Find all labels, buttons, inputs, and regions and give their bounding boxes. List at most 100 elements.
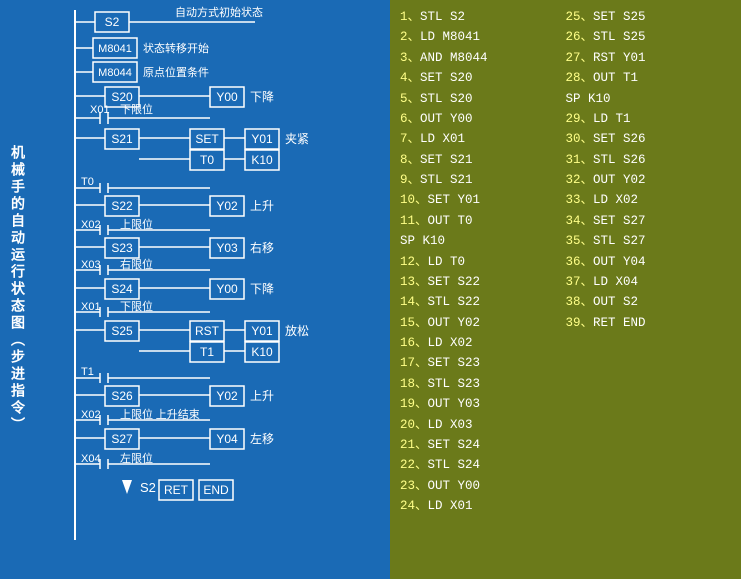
svg-text:T0: T0 [81,176,94,188]
line-text: STL S26 [593,153,646,167]
svg-text:K10: K10 [251,153,273,167]
line-text: STL S22 [428,295,481,309]
svg-text:X02: X02 [81,219,101,231]
svg-text:状态转移开始: 状态转移开始 [143,41,209,55]
line-num: 31、 [566,153,594,167]
line-num: 24、 [400,499,428,513]
svg-text:原点位置条件: 原点位置条件 [143,65,209,79]
svg-text:T1: T1 [200,345,214,359]
svg-text:X04: X04 [81,453,101,465]
code-line: 18、STL S23 [400,375,566,394]
line-num: 38、 [566,295,594,309]
code-line: 23、OUT Y00 [400,477,566,496]
svg-text:夹紧: 夹紧 [285,132,309,146]
line-text: OUT Y00 [420,112,473,126]
line-num: 29、 [566,112,594,126]
line-text: SET S26 [593,132,646,146]
code-line: 39、RET END [566,314,732,333]
line-text: LD X02 [593,193,638,207]
svg-text:S23: S23 [111,241,133,255]
svg-text:S24: S24 [111,282,133,296]
svg-text:X03: X03 [81,259,101,271]
line-num: 5、 [400,92,420,106]
code-line: 8、SET S21 [400,151,566,170]
line-text: OUT Y03 [428,397,481,411]
line-text: SET S27 [593,214,646,228]
line-num: 20、 [400,418,428,432]
code-line: 10、SET Y01 [400,191,566,210]
code-line: 25、SET S25 [566,8,732,27]
line-num: 8、 [400,153,420,167]
code-line: 3、AND M8044 [400,49,566,68]
svg-text:X01: X01 [81,301,101,313]
code-line: 14、STL S22 [400,293,566,312]
svg-text:上限位 上升结束: 上限位 上升结束 [120,407,200,421]
svg-text:自动方式初始状态: 自动方式初始状态 [175,5,263,19]
line-text: SET S23 [428,356,481,370]
svg-text:右移: 右移 [250,240,274,255]
svg-text:左移: 左移 [250,431,274,446]
code-line: 11、OUT T0 [400,212,566,231]
code-line: 24、LD X01 [400,497,566,516]
line-num: 36、 [566,255,594,269]
line-num: 25、 [566,10,594,24]
code-line: 22、STL S24 [400,456,566,475]
code-line: 20、LD X03 [400,416,566,435]
right-panel: 1、STL S22、LD M80413、AND M80444、SET S205、… [390,0,741,579]
code-line: 4、SET S20 [400,69,566,88]
line-num: 26、 [566,30,594,44]
svg-text:下降: 下降 [250,282,274,296]
code-line: 36、OUT Y04 [566,253,732,272]
line-num: 16、 [400,336,428,350]
svg-text:K10: K10 [251,345,273,359]
ladder-diagram: S2 自动方式初始状态 M8041 状态转移开始 M8044 原点位置条件 S2… [35,0,390,549]
svg-text:T0: T0 [200,153,214,167]
svg-text:右限位: 右限位 [120,257,153,271]
svg-text:放松: 放松 [285,323,309,338]
code-line: 12、LD T0 [400,253,566,272]
svg-text:S26: S26 [111,389,133,403]
line-text: STL S24 [428,458,481,472]
line-text: STL S21 [420,173,473,187]
svg-text:下降: 下降 [250,90,274,104]
svg-text:下限位: 下限位 [120,102,153,116]
code-line: SP K10 [400,232,566,251]
line-text: SET S25 [593,10,646,24]
line-text: STL S23 [428,377,481,391]
code-line: 19、OUT Y03 [400,395,566,414]
line-num: 21、 [400,438,428,452]
code-line: 27、RST Y01 [566,49,732,68]
line-text: SP K10 [400,234,445,248]
code-line: 2、LD M8041 [400,28,566,47]
line-text: SET S22 [428,275,481,289]
line-num: 18、 [400,377,428,391]
code-line: 38、OUT S2 [566,293,732,312]
svg-text:Y03: Y03 [216,241,238,255]
line-num: 11、 [400,214,428,228]
code-line: 9、STL S21 [400,171,566,190]
line-text: LD M8041 [420,30,480,44]
svg-text:S2: S2 [105,15,120,29]
svg-text:RET: RET [164,483,189,497]
line-num: 7、 [400,132,420,146]
line-num: 30、 [566,132,594,146]
svg-text:T1: T1 [81,366,94,378]
svg-text:S2: S2 [140,480,156,495]
code-columns: 1、STL S22、LD M80413、AND M80444、SET S205、… [400,8,731,571]
line-text: LD X01 [420,132,465,146]
code-line: 21、SET S24 [400,436,566,455]
line-num: 19、 [400,397,428,411]
code-col-left: 1、STL S22、LD M80413、AND M80444、SET S205、… [400,8,566,571]
line-text: OUT S2 [593,295,638,309]
line-num: 10、 [400,193,428,207]
line-text: LD T0 [428,255,466,269]
line-text: LD X04 [593,275,638,289]
line-text: SET Y01 [428,193,481,207]
svg-text:Y02: Y02 [216,199,238,213]
line-num: 4、 [400,71,420,85]
left-panel: 机械手的自动运行状态图（步进指令） S2 自动方式初始状态 M8041 状态转移… [0,0,390,579]
svg-text:S25: S25 [111,324,133,338]
code-line: 33、LD X02 [566,191,732,210]
svg-text:下限位: 下限位 [120,299,153,313]
svg-text:END: END [203,483,229,497]
